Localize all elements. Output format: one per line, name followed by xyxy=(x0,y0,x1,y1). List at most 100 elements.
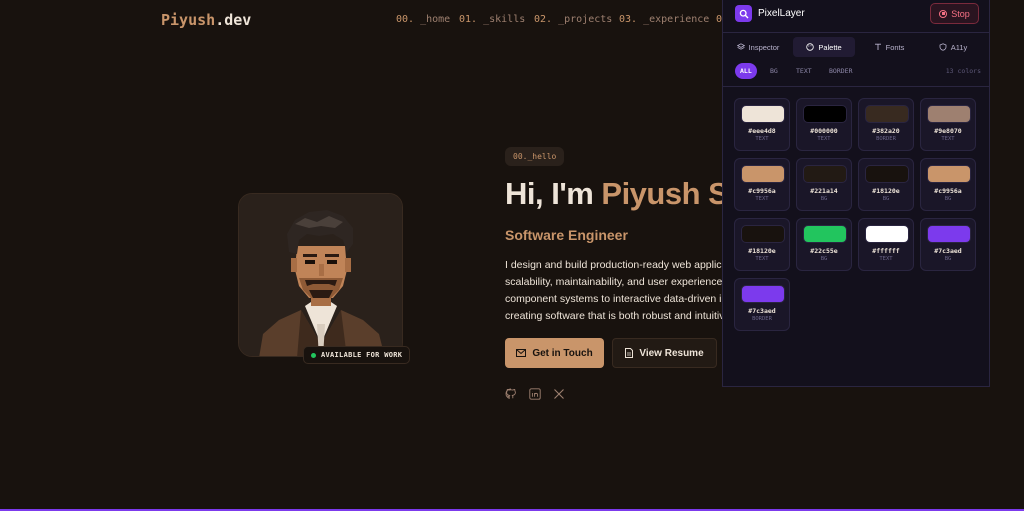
tab-label: Fonts xyxy=(885,42,905,52)
swatch-color-chip xyxy=(865,165,909,183)
nav-label: _projects xyxy=(558,14,613,25)
palette-filters: ALL BG TEXT BORDER 13 colors xyxy=(735,63,981,80)
color-swatch[interactable]: #c9956a TEXT xyxy=(734,158,790,211)
hero-greeting: Hi, I'm xyxy=(505,176,602,211)
swatch-hex: #c9956a xyxy=(934,187,962,195)
swatch-role: BG xyxy=(944,196,952,202)
swatch-role: BG xyxy=(944,256,952,262)
type-icon xyxy=(874,43,881,50)
swatch-color-chip xyxy=(741,105,785,123)
swatch-color-chip xyxy=(865,225,909,243)
swatch-hex: #eee4d8 xyxy=(748,127,776,135)
hero-role: Software Engineer xyxy=(505,227,628,243)
swatch-hex: #221a14 xyxy=(810,187,838,195)
panel-title: PixelLayer xyxy=(758,8,805,19)
get-in-touch-button[interactable]: Get in Touch xyxy=(505,338,604,368)
swatch-hex: #7c3aed xyxy=(748,307,776,315)
swatch-color-chip xyxy=(927,165,971,183)
hero-title: Hi, I'm Piyush S xyxy=(505,176,729,212)
swatch-color-chip xyxy=(865,105,909,123)
color-swatch[interactable]: #9e8070 TEXT xyxy=(920,98,976,151)
availability-text: AVAILABLE FOR WORK xyxy=(321,351,403,359)
color-swatch[interactable]: #ffffff TEXT xyxy=(858,218,914,271)
swatch-hex: #9e8070 xyxy=(934,127,962,135)
get-in-touch-label: Get in Touch xyxy=(532,347,593,359)
divider xyxy=(723,86,989,87)
site-logo[interactable]: Piyush.dev xyxy=(161,11,251,29)
linkedin-icon[interactable] xyxy=(529,385,541,400)
social-links xyxy=(505,385,565,400)
swatch-role: TEXT xyxy=(817,136,831,142)
swatch-role: BG xyxy=(882,196,890,202)
color-swatch[interactable]: #7c3aed BG xyxy=(920,218,976,271)
color-swatch[interactable]: #221a14 BG xyxy=(796,158,852,211)
swatch-color-chip xyxy=(803,165,847,183)
filter-all[interactable]: ALL xyxy=(735,63,757,79)
nav-item-home[interactable]: 00. _home xyxy=(396,14,450,25)
palette-icon xyxy=(806,43,815,51)
github-icon[interactable] xyxy=(505,385,517,399)
pixellayer-logo-icon xyxy=(735,5,752,22)
document-icon xyxy=(625,348,634,358)
color-swatch[interactable]: #7c3aed BORDER xyxy=(734,278,790,331)
nav-item-projects[interactable]: 02. _projects xyxy=(534,14,612,25)
swatch-hex: #18120e xyxy=(872,187,900,195)
tab-label: Inspector xyxy=(748,42,780,52)
color-count: 13 colors xyxy=(945,67,981,75)
status-dot-icon xyxy=(311,352,316,358)
pixel-avatar xyxy=(239,194,402,356)
nav-label: _home xyxy=(420,14,451,25)
nav-num: 03. xyxy=(619,14,638,25)
swatch-role: TEXT xyxy=(755,136,769,142)
availability-badge: AVAILABLE FOR WORK xyxy=(303,346,411,364)
panel-tabs: Inspector Palette Fonts A11y xyxy=(723,37,989,57)
swatch-color-chip xyxy=(741,285,785,303)
nav-num: 00. xyxy=(396,14,415,25)
swatch-color-chip xyxy=(803,105,847,123)
color-swatch[interactable]: #382a20 BORDER xyxy=(858,98,914,151)
tab-inspector[interactable]: Inspector xyxy=(729,37,787,57)
view-resume-button[interactable]: View Resume xyxy=(612,338,717,368)
swatch-hex: #7c3aed xyxy=(934,247,962,255)
swatch-hex: #000000 xyxy=(810,127,838,135)
color-swatch[interactable]: #c9956a BG xyxy=(920,158,976,211)
color-swatch[interactable]: #eee4d8 TEXT xyxy=(734,98,790,151)
swatch-hex: #c9956a xyxy=(748,187,776,195)
description-line: scalability, maintainability, and user e… xyxy=(505,276,726,288)
swatch-role: TEXT xyxy=(755,196,769,202)
view-resume-label: View Resume xyxy=(639,347,704,359)
filter-bg[interactable]: BG xyxy=(765,63,783,79)
swatch-role: BG xyxy=(820,196,828,202)
panel-header: PixelLayer Stop xyxy=(723,0,989,33)
swatch-color-chip xyxy=(927,225,971,243)
tab-palette[interactable]: Palette xyxy=(793,37,855,57)
logo-suffix: .dev xyxy=(215,11,252,29)
pixellayer-panel: PixelLayer Stop Inspector Palette Fonts … xyxy=(722,0,990,387)
description-line: I design and build production-ready web … xyxy=(505,259,728,271)
color-swatch[interactable]: #000000 TEXT xyxy=(796,98,852,151)
swatch-color-chip xyxy=(927,105,971,123)
filter-text[interactable]: TEXT xyxy=(791,63,817,79)
swatch-role: TEXT xyxy=(941,136,955,142)
hero-description: I design and build production-ready web … xyxy=(505,257,735,325)
stop-icon xyxy=(939,9,948,18)
tab-a11y[interactable]: A11y xyxy=(923,37,983,57)
color-swatch[interactable]: #18120e TEXT xyxy=(734,218,790,271)
nav-label: _skills xyxy=(483,14,526,25)
description-line: creating software that is both robust an… xyxy=(505,310,725,322)
shield-icon xyxy=(939,43,947,51)
stop-button[interactable]: Stop xyxy=(930,3,979,24)
swatch-role: BORDER xyxy=(752,316,772,322)
logo-main: Piyush xyxy=(161,11,216,29)
filter-border[interactable]: BORDER xyxy=(824,63,857,79)
nav-item-skills[interactable]: 01. _skills xyxy=(459,14,525,25)
swatch-role: TEXT xyxy=(879,256,893,262)
color-swatch[interactable]: #18120e BG xyxy=(858,158,914,211)
swatch-hex: #ffffff xyxy=(872,247,900,255)
description-line: component systems to interactive data-dr… xyxy=(505,293,722,305)
nav-item-experience[interactable]: 03. _experience xyxy=(619,14,709,25)
color-swatch[interactable]: #22c55e BG xyxy=(796,218,852,271)
tab-fonts[interactable]: Fonts xyxy=(861,37,917,57)
x-icon[interactable] xyxy=(553,385,565,399)
swatch-color-chip xyxy=(741,225,785,243)
